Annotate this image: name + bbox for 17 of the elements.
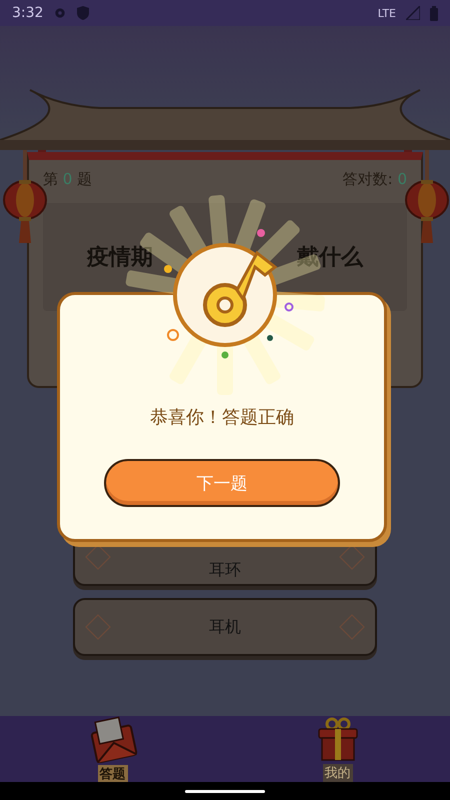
shield-icon: [77, 6, 90, 20]
diamond-icon: [85, 544, 111, 570]
nav-tab[interactable]: 答题: [68, 715, 158, 783]
question-text: 疫情期: [87, 244, 153, 272]
next-question-button[interactable]: 下一题: [104, 459, 340, 507]
question-text: 戴什么: [297, 244, 363, 272]
network-type: LTE: [378, 6, 396, 20]
success-message: 恭喜你！答题正确: [150, 406, 294, 429]
diamond-icon: [339, 614, 365, 640]
diamond-icon: [85, 614, 111, 640]
status-time: 3:32: [12, 5, 44, 21]
settings-icon: [53, 6, 68, 20]
nav-tab[interactable]: 我的: [292, 716, 382, 782]
signal-icon: [406, 6, 420, 20]
diamond-icon: [339, 544, 365, 570]
battery-icon: [430, 6, 438, 20]
gift-icon: [316, 716, 360, 762]
